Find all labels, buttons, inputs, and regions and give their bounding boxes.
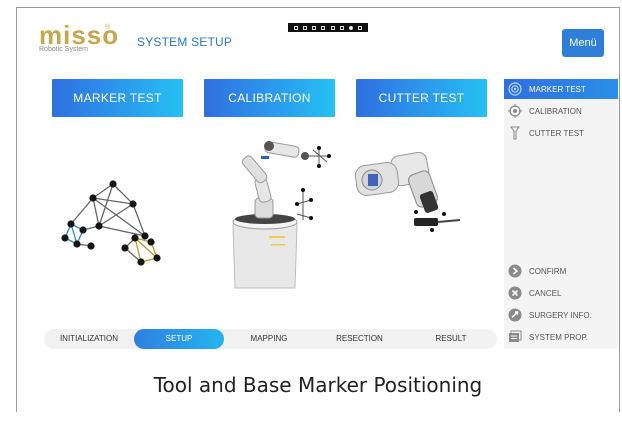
status-icon xyxy=(312,25,317,30)
side-item-label: CANCEL xyxy=(529,288,562,298)
system-properties-button[interactable]: SYSTEM PROP. xyxy=(504,327,618,347)
figure-frame: misso ® Robotic System SYSTEM SETUP Menü… xyxy=(16,7,620,412)
side-item-label: SURGERY INFO. xyxy=(529,310,592,320)
cancel-button[interactable]: CANCEL xyxy=(504,283,618,303)
step-result[interactable]: RESULT xyxy=(405,329,497,349)
surgery-info-button[interactable]: SURGERY INFO. xyxy=(504,305,618,325)
robot-base-illustration xyxy=(232,141,331,289)
status-indicator-icon xyxy=(349,25,354,30)
menu-button[interactable]: Menü xyxy=(562,29,604,57)
side-item-label: CUTTER TEST xyxy=(529,128,584,138)
step-resection[interactable]: RESECTION xyxy=(314,329,405,349)
cutter-tool-icon xyxy=(508,126,522,140)
side-item-marker-test[interactable]: MARKER TEST xyxy=(504,79,618,99)
confirm-arrow-icon xyxy=(508,264,522,278)
info-icon xyxy=(508,308,522,322)
side-item-calibration[interactable]: CALIBRATION xyxy=(504,101,618,121)
side-item-label: CONFIRM xyxy=(529,266,567,276)
step-setup[interactable]: SETUP xyxy=(134,329,224,349)
system-properties-icon xyxy=(508,330,522,344)
confirm-button[interactable]: CONFIRM xyxy=(504,261,618,281)
status-icon xyxy=(330,25,335,30)
page-title: SYSTEM SETUP xyxy=(137,35,233,49)
status-icon xyxy=(339,25,344,30)
step-initialization[interactable]: INITIALIZATION xyxy=(44,329,134,349)
tab-calibration[interactable]: CALIBRATION xyxy=(204,79,335,117)
status-icon xyxy=(293,25,298,30)
cancel-x-icon xyxy=(508,286,522,300)
app-screen: misso ® Robotic System SYSTEM SETUP Menü… xyxy=(17,8,619,360)
logo-registered-mark: ® xyxy=(105,24,111,31)
status-icon-strip xyxy=(288,23,368,32)
status-icon xyxy=(302,25,307,30)
side-item-label: CALIBRATION xyxy=(529,106,582,116)
side-item-label: SYSTEM PROP. xyxy=(529,332,588,342)
side-item-label: MARKER TEST xyxy=(529,84,586,94)
target-icon xyxy=(508,82,522,96)
status-icon xyxy=(321,25,326,30)
cutter-robot-illustration xyxy=(354,151,461,232)
logo-subtitle: Robotic System xyxy=(39,46,89,53)
step-mapping[interactable]: MAPPING xyxy=(224,329,314,349)
tab-marker-test[interactable]: MARKER TEST xyxy=(52,79,183,117)
right-side-panel: MARKER TEST CALIBRATION CUTTER TEST CONF… xyxy=(504,79,618,349)
crosshair-icon xyxy=(508,104,522,118)
side-item-cutter-test[interactable]: CUTTER TEST xyxy=(504,123,618,143)
marker-illustration xyxy=(61,180,161,266)
workflow-step-bar: INITIALIZATION SETUP MAPPING RESECTION R… xyxy=(44,329,497,349)
tab-cutter-test[interactable]: CUTTER TEST xyxy=(356,79,487,117)
status-icon xyxy=(358,25,363,30)
figure-caption: Tool and Base Marker Positioning xyxy=(153,373,483,397)
